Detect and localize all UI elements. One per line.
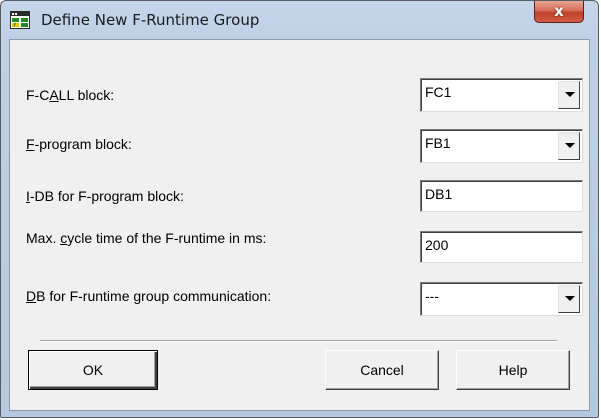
dialog-body: F-CALL block: FC1 F-program block: FB1 I… [9, 39, 590, 411]
separator-line [40, 340, 557, 342]
db-communication-dropdown[interactable]: --- [420, 282, 583, 316]
dialog-window: F Define New F-Runtime Group x F-CALL bl… [0, 0, 599, 418]
chevron-down-icon[interactable] [558, 81, 580, 109]
window-title: Define New F-Runtime Group [41, 11, 260, 29]
runtime-group-icon: F [10, 11, 30, 29]
max-cycle-time-label: Max. cycle time of the F-runtime in ms: [26, 230, 267, 246]
fprogram-block-value: FB1 [425, 135, 451, 151]
close-icon: x [554, 2, 564, 20]
fcall-block-dropdown[interactable]: FC1 [420, 78, 583, 112]
db-communication-label: DB for F-runtime group communication: [26, 288, 272, 304]
title-bar[interactable]: F Define New F-Runtime Group x [1, 1, 598, 39]
max-cycle-time-value: 200 [425, 237, 449, 253]
ok-button[interactable]: OK [28, 350, 158, 390]
idb-input[interactable]: DB1 [420, 180, 583, 212]
close-button[interactable]: x [534, 1, 584, 23]
fprogram-block-label: F-program block: [26, 136, 132, 152]
help-button[interactable]: Help [456, 350, 570, 390]
cancel-button[interactable]: Cancel [325, 350, 439, 390]
idb-value: DB1 [425, 186, 453, 202]
fprogram-block-dropdown[interactable]: FB1 [420, 129, 583, 163]
chevron-down-icon[interactable] [558, 285, 580, 313]
chevron-down-icon[interactable] [558, 132, 580, 160]
db-communication-value: --- [425, 288, 439, 304]
fcall-block-label: F-CALL block: [26, 87, 115, 103]
idb-label: I-DB for F-program block: [26, 188, 184, 204]
max-cycle-time-input[interactable]: 200 [420, 231, 583, 263]
fcall-block-value: FC1 [425, 84, 452, 100]
